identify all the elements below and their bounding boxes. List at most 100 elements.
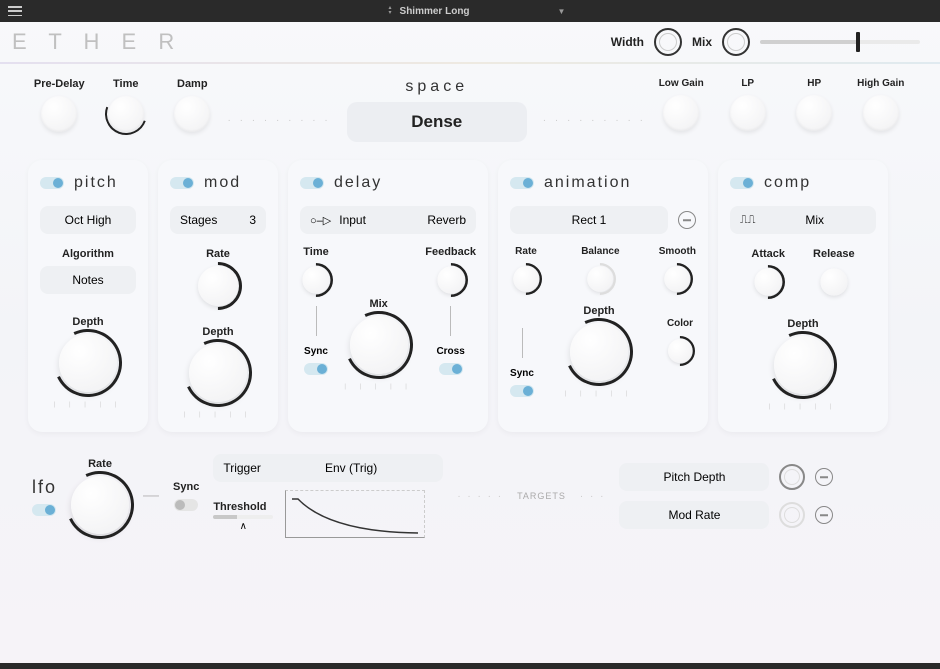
hp-knob[interactable] <box>796 95 832 131</box>
delay-input-selector[interactable]: ○–▷ Input Reverb <box>300 206 476 234</box>
lfo-toggle[interactable] <box>32 504 56 516</box>
lfo-section: lfo Rate — Sync Trigger Env (Trig) Thres… <box>28 454 912 538</box>
logo: E T H E R <box>12 29 182 55</box>
target-selector[interactable]: Mod Rate <box>619 501 769 529</box>
stages-value: 3 <box>249 213 256 227</box>
comp-toggle[interactable] <box>730 177 754 189</box>
pitch-panel: pitch Oct High Algorithm Notes Depth | |… <box>28 160 148 432</box>
delay-title: delay <box>334 174 382 192</box>
comp-attack-knob[interactable] <box>755 268 782 295</box>
invert-icon[interactable] <box>678 211 696 229</box>
pitch-depth-label: Depth <box>72 316 103 328</box>
pitch-mode-selector[interactable]: Oct High <box>40 206 136 234</box>
anim-smooth-knob[interactable] <box>665 266 691 292</box>
space-section: Pre-Delay Time Damp · · · · · · · · · sp… <box>28 78 912 142</box>
highgain-label: High Gain <box>857 78 904 89</box>
lp-knob[interactable] <box>730 95 766 131</box>
modules-row: pitch Oct High Algorithm Notes Depth | |… <box>28 160 912 432</box>
anim-rate-knob[interactable] <box>513 266 539 292</box>
mix-knob[interactable] <box>722 28 750 56</box>
envelope-curve-icon <box>290 497 420 537</box>
mod-depth-knob[interactable] <box>189 344 247 402</box>
damp-knob[interactable] <box>174 96 210 132</box>
comp-mode-value: Mix <box>805 213 824 227</box>
stages-label: Stages <box>180 213 217 227</box>
target-amount-knob[interactable] <box>779 502 805 528</box>
preset-dropdown-icon[interactable]: ▼ <box>558 7 566 16</box>
accent-strip <box>0 62 940 64</box>
input-routing-icon: ○–▷ <box>310 214 331 227</box>
comp-title: comp <box>764 174 811 192</box>
target-remove-icon[interactable] <box>815 506 833 524</box>
time-knob[interactable] <box>108 96 144 132</box>
delay-panel: delay ○–▷ Input Reverb Time Sync Mix <box>288 160 488 432</box>
mod-title: mod <box>204 174 241 192</box>
algorithm-label: Algorithm <box>62 248 114 260</box>
predelay-knob[interactable] <box>41 96 77 132</box>
target-remove-icon[interactable] <box>815 468 833 486</box>
animation-toggle[interactable] <box>510 177 534 189</box>
connector-dots: · · · · · · · · · <box>228 115 331 126</box>
targets-label: TARGETS <box>517 491 566 501</box>
anim-sync-toggle[interactable] <box>510 385 534 397</box>
width-label: Width <box>611 35 644 49</box>
animation-shape-selector[interactable]: Rect 1 <box>510 206 668 234</box>
delay-sync-toggle[interactable] <box>304 363 328 375</box>
lfo-sync-toggle[interactable] <box>174 499 198 511</box>
delay-mix-knob[interactable] <box>350 316 408 374</box>
delay-input-label: Input <box>339 213 366 227</box>
trigger-value: Env (Trig) <box>325 461 377 475</box>
link-line <box>522 328 523 358</box>
header: E T H E R Width Mix <box>0 22 940 62</box>
pitch-depth-knob[interactable] <box>59 334 117 392</box>
anim-depth-knob[interactable] <box>570 323 628 381</box>
lfo-rate-label: Rate <box>88 458 112 470</box>
lfo-sync-label: Sync <box>173 481 199 493</box>
mod-rate-knob[interactable] <box>198 266 238 306</box>
delay-time-knob[interactable] <box>302 266 329 293</box>
comp-attack-label: Attack <box>751 248 785 260</box>
lowgain-knob[interactable] <box>663 95 699 131</box>
threshold-slider[interactable] <box>213 515 273 519</box>
connector-dots: · · · · · · · · · <box>543 115 646 126</box>
mod-stages-selector[interactable]: Stages 3 <box>170 206 266 234</box>
trigger-label: Trigger <box>223 461 261 475</box>
animation-panel: animation Rect 1 Rate Balance Smooth Syn… <box>498 160 708 432</box>
space-mode-selector[interactable]: Dense <box>347 102 527 142</box>
link-line <box>450 306 451 336</box>
highgain-knob[interactable] <box>863 95 899 131</box>
target-amount-knob[interactable] <box>779 464 805 490</box>
comp-mode-selector[interactable]: ⎍⎍ Mix <box>730 206 876 234</box>
preset-step-arrows[interactable]: ▴▾ <box>389 6 392 16</box>
anim-balance-knob[interactable] <box>588 266 614 292</box>
comp-panel: comp ⎍⎍ Mix Attack Release Depth | | | |… <box>718 160 888 432</box>
comp-depth-knob[interactable] <box>774 336 832 394</box>
mod-rate-label: Rate <box>206 248 230 260</box>
pitch-algorithm-selector[interactable]: Notes <box>40 266 136 294</box>
lfo-rate-knob[interactable] <box>71 476 129 534</box>
connector-dots: · · · <box>580 491 606 502</box>
anim-balance-label: Balance <box>581 246 619 257</box>
comp-release-label: Release <box>813 248 855 260</box>
delay-cross-toggle[interactable] <box>439 363 463 375</box>
pitch-toggle[interactable] <box>40 177 64 189</box>
mod-depth-label: Depth <box>202 326 233 338</box>
menu-icon[interactable] <box>8 6 22 16</box>
output-slider[interactable] <box>760 40 920 44</box>
comp-release-knob[interactable] <box>820 268 847 295</box>
target-selector[interactable]: Pitch Depth <box>619 463 769 491</box>
anim-sync-label: Sync <box>510 368 534 379</box>
anim-color-knob[interactable] <box>668 339 692 363</box>
delay-toggle[interactable] <box>300 177 324 189</box>
preset-picker[interactable]: ▴▾ Shimmer Long ▼ <box>389 6 566 17</box>
delay-feedback-label: Feedback <box>425 246 476 258</box>
envelope-display[interactable] <box>285 490 425 538</box>
mod-toggle[interactable] <box>170 177 194 189</box>
time-label: Time <box>113 78 138 90</box>
lfo-trigger-selector[interactable]: Trigger Env (Trig) <box>213 454 443 482</box>
mod-panel: mod Stages 3 Rate Depth | | | | | <box>158 160 278 432</box>
predelay-label: Pre-Delay <box>34 78 85 90</box>
lowgain-label: Low Gain <box>659 78 704 89</box>
width-knob[interactable] <box>654 28 682 56</box>
delay-feedback-knob[interactable] <box>437 266 464 293</box>
